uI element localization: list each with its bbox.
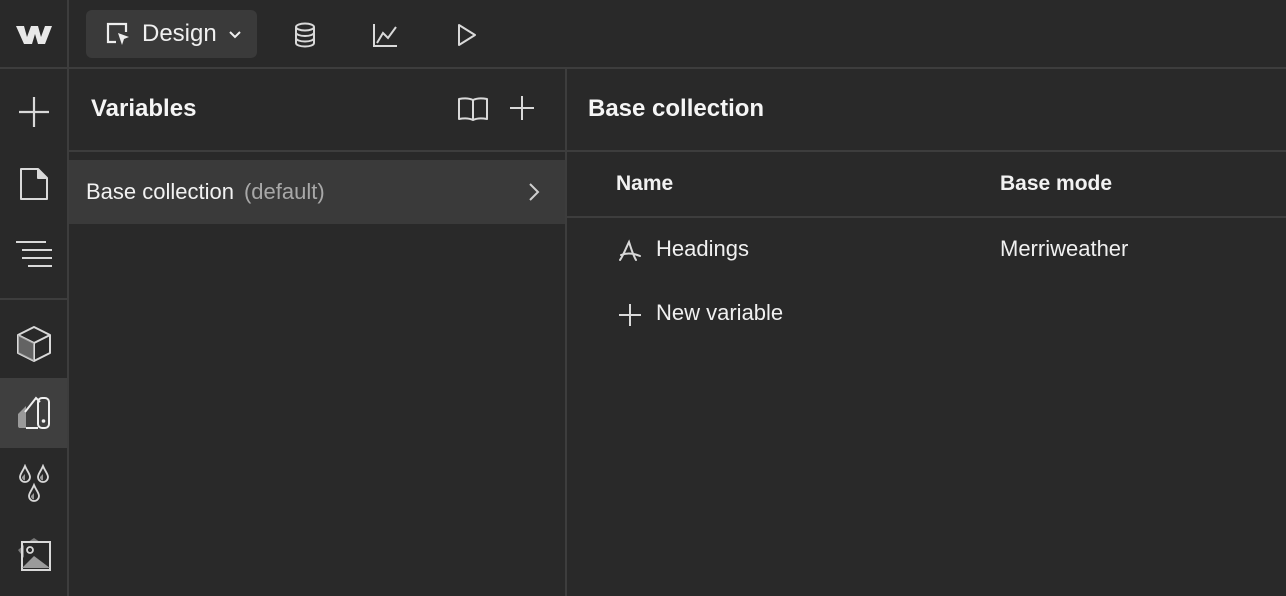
collection-view: Base collection Name Base mode Headings … <box>567 69 1286 596</box>
sidebar-divider <box>0 298 67 300</box>
pages-icon[interactable] <box>0 149 67 219</box>
styles-icon[interactable] <box>0 449 67 519</box>
mode-design-button[interactable]: Design <box>86 10 257 58</box>
column-header-base-mode: Base mode <box>1000 172 1113 195</box>
top-toolbar: Design <box>0 0 1286 69</box>
chevron-down-icon <box>227 26 243 42</box>
collection-title: Base collection <box>588 95 765 122</box>
collection-name: Base collection <box>86 179 234 204</box>
design-cursor-icon <box>104 20 132 48</box>
left-sidebar <box>0 69 69 596</box>
webflow-logo-icon[interactable] <box>0 0 69 69</box>
variables-panel: Variables Base collection (default) <box>69 69 567 596</box>
add-icon[interactable] <box>0 77 67 147</box>
chevron-right-icon <box>527 180 541 204</box>
table-header: Name Base mode <box>567 152 1286 218</box>
font-icon <box>617 238 643 264</box>
components-icon[interactable] <box>0 309 67 379</box>
variables-panel-header: Variables <box>69 69 565 152</box>
collection-row-base[interactable]: Base collection (default) <box>69 160 565 224</box>
analyze-chart-icon[interactable] <box>365 15 405 55</box>
column-header-name: Name <box>616 172 674 195</box>
table-row[interactable]: Headings Merriweather <box>567 218 1286 282</box>
mode-button-label: Design <box>142 20 217 47</box>
collection-default-tag: (default) <box>243 179 325 204</box>
book-icon[interactable] <box>457 95 491 125</box>
plus-icon <box>617 302 643 328</box>
cms-database-icon[interactable] <box>285 15 325 55</box>
variable-base-mode-value[interactable]: Merriweather <box>1000 236 1128 262</box>
plus-icon[interactable] <box>507 93 537 127</box>
navigator-icon[interactable] <box>0 219 67 289</box>
panel-title: Variables <box>91 95 197 122</box>
collection-header: Base collection <box>567 69 1286 152</box>
new-variable-button[interactable]: New variable <box>567 282 1286 346</box>
preview-play-icon[interactable] <box>446 15 486 55</box>
variable-name: Headings <box>656 236 749 261</box>
assets-icon[interactable] <box>0 519 67 589</box>
variables-icon[interactable] <box>0 378 67 448</box>
new-variable-label: New variable <box>656 300 784 325</box>
